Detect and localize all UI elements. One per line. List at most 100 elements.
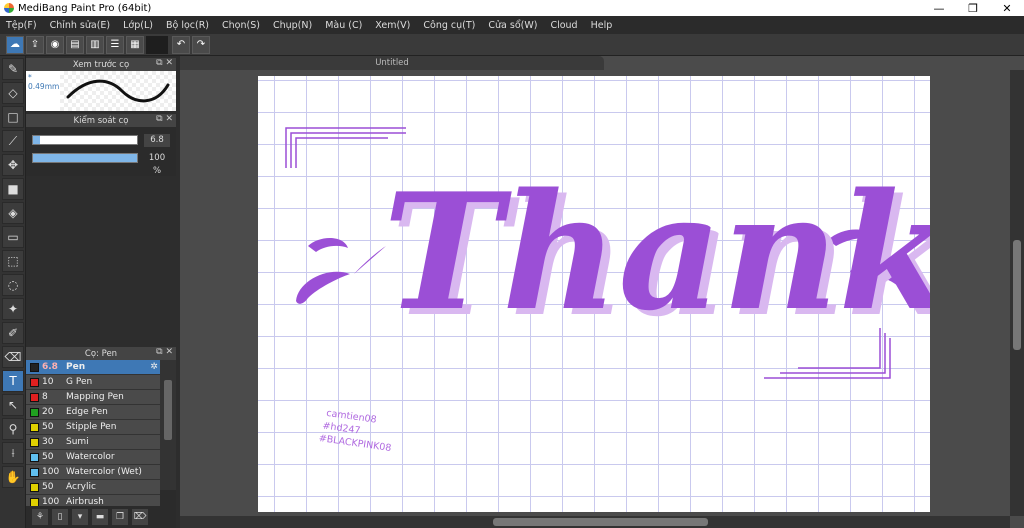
menu-filter[interactable]: Bộ lọc(R) xyxy=(166,20,209,31)
menu-file[interactable]: Tệp(F) xyxy=(6,20,37,31)
brush-color-swatch xyxy=(30,452,39,462)
rectangle-tool-icon[interactable]: □ xyxy=(2,106,24,128)
minimize-button[interactable]: — xyxy=(922,0,956,16)
document-tab[interactable]: Untitled xyxy=(180,56,604,70)
fill-rect-tool-icon[interactable]: ■ xyxy=(2,178,24,200)
delete-icon[interactable]: ⌦ xyxy=(132,509,148,525)
brush-list-title: Cọ: Pen xyxy=(84,348,118,359)
brush-row[interactable]: 50 Stipple Pen xyxy=(26,420,160,435)
brush-name: Sumi xyxy=(66,437,89,447)
brush-row[interactable]: 10 G Pen xyxy=(26,375,160,390)
brush-control-title: Kiểm soát cọ xyxy=(73,115,129,126)
panel-close-icon[interactable]: ⧉ ✕ xyxy=(156,114,173,124)
cloud-icon[interactable]: ☁ xyxy=(6,35,24,54)
menu-window[interactable]: Cửa sổ(W) xyxy=(488,20,537,31)
artwork: Thank Thank camtien08 #hd247 #BLACKPINK0… xyxy=(285,127,930,454)
redo-icon[interactable]: ↷ xyxy=(192,35,210,54)
menu-bar: Tệp(F) Chỉnh sửa(E) Lớp(L) Bộ lọc(R) Chọ… xyxy=(0,16,1024,34)
divide-tool-icon[interactable]: ⟊ xyxy=(2,442,24,464)
dropper-tool-icon[interactable]: ⚲ xyxy=(2,418,24,440)
bucket-tool-icon[interactable]: ◈ xyxy=(2,202,24,224)
eraser-tool-icon[interactable]: ◇ xyxy=(2,82,24,104)
brush-preview-header: Xem trước cọ ⧉ ✕ xyxy=(26,58,176,71)
move-tool-icon[interactable]: ✥ xyxy=(2,154,24,176)
brush-color-swatch xyxy=(30,392,39,402)
folder-icon[interactable]: ▬ xyxy=(92,509,108,525)
select-rect-tool-icon[interactable]: ⬚ xyxy=(2,250,24,272)
panel-close-icon[interactable]: ⧉ ✕ xyxy=(156,347,173,357)
brush-size: 8 xyxy=(42,392,48,402)
new-page-icon[interactable]: ▯ xyxy=(52,509,68,525)
canvas-vertical-scroll-thumb[interactable] xyxy=(1013,240,1021,350)
menu-color[interactable]: Màu (C) xyxy=(325,20,362,31)
magic-wand-tool-icon[interactable]: ✦ xyxy=(2,298,24,320)
brush-name: Watercolor xyxy=(66,452,115,462)
menu-layer[interactable]: Lớp(L) xyxy=(123,20,153,31)
comment-icon[interactable]: ◉ xyxy=(46,35,64,54)
brush-color-swatch xyxy=(30,362,39,372)
signature: camtien08 #hd247 #BLACKPINK08 xyxy=(318,408,392,454)
brush-color-swatch xyxy=(30,422,39,432)
select-pen-tool-icon[interactable]: ✐ xyxy=(2,322,24,344)
canvas-vertical-scrollbar[interactable] xyxy=(1010,70,1024,516)
grid-icon[interactable]: ▦ xyxy=(126,35,144,54)
canvas-horizontal-scroll-thumb[interactable] xyxy=(493,518,708,526)
brush-color-swatch xyxy=(30,407,39,417)
brush-row[interactable]: 100 Watercolor (Wet) xyxy=(26,465,160,480)
brush-row[interactable]: 30 Sumi xyxy=(26,435,160,450)
window-title: MediBang Paint Pro (64bit) xyxy=(18,2,152,14)
lasso-tool-icon[interactable]: ◌ xyxy=(2,274,24,296)
add-brush-icon[interactable]: ⚘ xyxy=(32,509,48,525)
operation-tool-icon[interactable]: ↖ xyxy=(2,394,24,416)
size-slider[interactable] xyxy=(32,135,138,145)
share-icon[interactable]: ⇪ xyxy=(26,35,44,54)
menu-view[interactable]: Xem(V) xyxy=(375,20,410,31)
copy-icon[interactable]: ❐ xyxy=(112,509,128,525)
brush-row[interactable]: 50 Acrylic xyxy=(26,480,160,495)
brush-size: 20 xyxy=(42,407,54,417)
list-icon[interactable]: ☰ xyxy=(106,35,124,54)
signature-line-3: #BLACKPINK08 xyxy=(318,433,392,454)
note-icon[interactable]: ▤ xyxy=(66,35,84,54)
window-controls: — ❐ ✕ xyxy=(922,0,1024,16)
add-menu-icon[interactable]: ▾ xyxy=(72,509,88,525)
menu-edit[interactable]: Chỉnh sửa(E) xyxy=(50,20,111,31)
opacity-row: 100 % xyxy=(26,149,176,176)
dot-tool-icon[interactable]: ⟋ xyxy=(2,130,24,152)
menu-snap[interactable]: Chụp(N) xyxy=(273,20,312,31)
brush-preview-size: * 0.49mm xyxy=(26,71,60,111)
panel-close-icon[interactable]: ⧉ ✕ xyxy=(156,58,173,68)
brush-size: 6.8 xyxy=(42,362,58,372)
brush-size: 50 xyxy=(42,422,54,432)
text-tool-icon[interactable]: T xyxy=(2,370,24,392)
brush-row[interactable]: 8 Mapping Pen xyxy=(26,390,160,405)
select-eraser-tool-icon[interactable]: ⌫ xyxy=(2,346,24,368)
menu-help[interactable]: Help xyxy=(591,20,613,31)
menu-tools[interactable]: Công cụ(T) xyxy=(423,20,475,31)
brush-tool-icon[interactable]: ✎ xyxy=(2,58,24,80)
flourish-left xyxy=(296,238,386,304)
brush-list-scroll-thumb[interactable] xyxy=(164,380,172,440)
undo-icon[interactable]: ↶ xyxy=(172,35,190,54)
close-button[interactable]: ✕ xyxy=(990,0,1024,16)
brush-row[interactable]: 50 Watercolor xyxy=(26,450,160,465)
hand-tool-icon[interactable]: ✋ xyxy=(2,466,24,488)
brush-size: 50 xyxy=(42,452,54,462)
canvas-paper[interactable]: Thank Thank camtien08 #hd247 #BLACKPINK0… xyxy=(258,76,930,512)
brush-row[interactable]: 6.8 Pen ✲ xyxy=(26,360,160,375)
menu-cloud[interactable]: Cloud xyxy=(550,20,577,31)
brush-name: G Pen xyxy=(66,377,93,387)
opacity-slider-fill xyxy=(33,154,137,162)
gradient-tool-icon[interactable]: ▭ xyxy=(2,226,24,248)
brush-size: 30 xyxy=(42,437,54,447)
brush-row[interactable]: 20 Edge Pen xyxy=(26,405,160,420)
app-logo-icon xyxy=(4,3,14,13)
page-icon[interactable]: ▥ xyxy=(86,35,104,54)
size-value[interactable]: 6.8 xyxy=(144,133,170,147)
gear-icon[interactable]: ✲ xyxy=(148,362,160,372)
menu-select[interactable]: Chọn(S) xyxy=(222,20,260,31)
opacity-slider[interactable] xyxy=(32,153,138,163)
canvas-horizontal-scrollbar[interactable] xyxy=(180,516,1010,528)
brush-list-scrollbar[interactable] xyxy=(160,360,176,490)
restore-button[interactable]: ❐ xyxy=(956,0,990,16)
